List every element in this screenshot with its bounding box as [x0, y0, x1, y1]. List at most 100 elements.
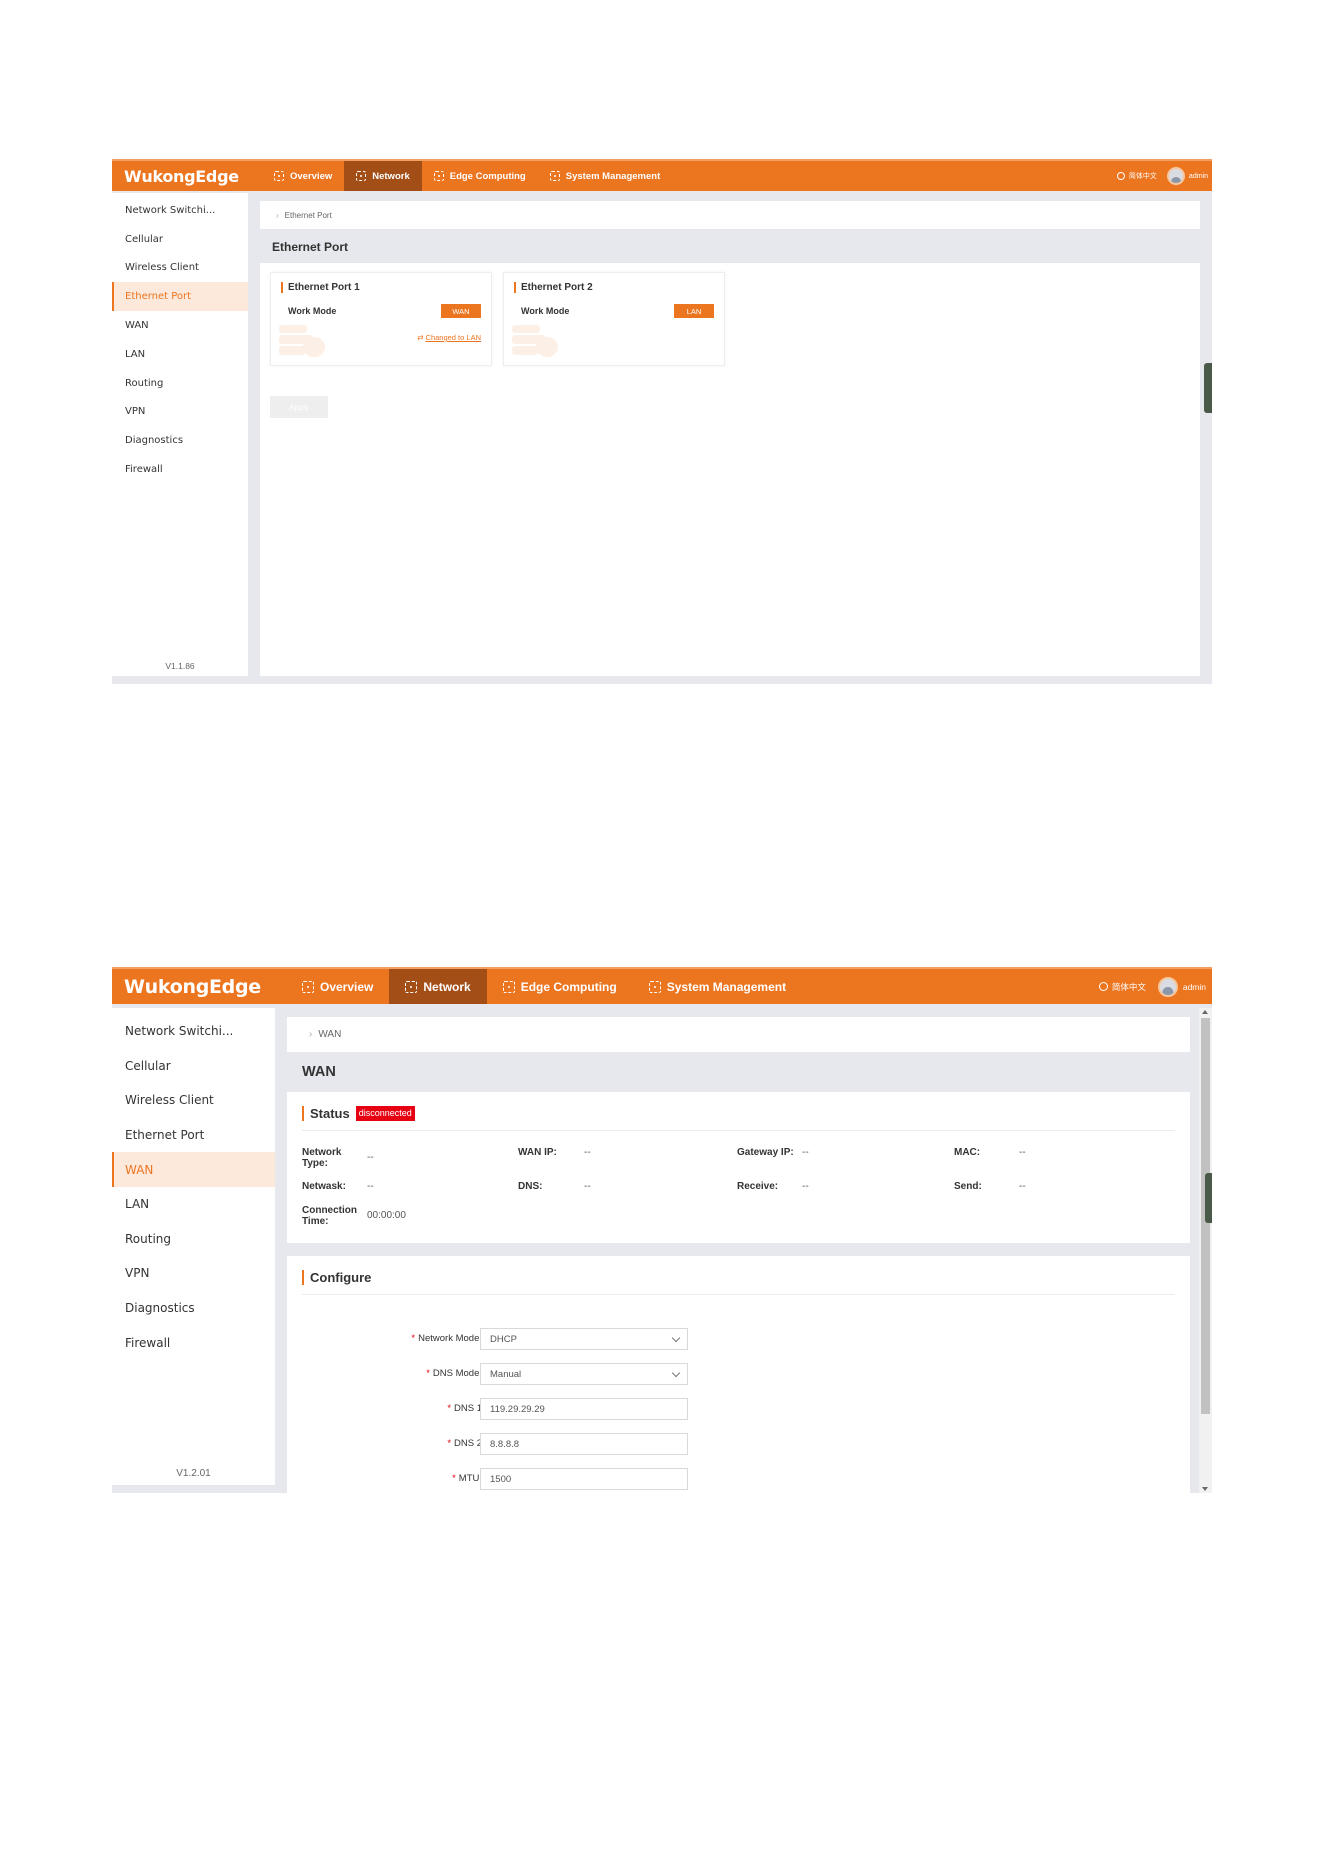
screenshot-wan: WukongEdge Overview Network Edge Computi… [112, 967, 1212, 1493]
tab-network[interactable]: Network [344, 161, 422, 191]
gateway-ip-value: -- [802, 1147, 809, 1158]
language-switch[interactable]: 简体中文 [1116, 171, 1157, 181]
sidebar-item-firewall[interactable]: Firewall [112, 455, 248, 484]
work-mode-badge: LAN [674, 304, 714, 318]
sidebar-item-cellular[interactable]: Cellular [112, 225, 248, 254]
status-badge: disconnected [355, 1106, 415, 1121]
tab-overview[interactable]: Overview [286, 969, 389, 1004]
dns2-input[interactable]: 8.8.8.8 [480, 1433, 688, 1455]
side-panel-handle[interactable] [1205, 1173, 1212, 1223]
tab-edge-computing[interactable]: Edge Computing [422, 161, 538, 191]
scrollbar[interactable] [1199, 1008, 1212, 1493]
network-mode-row: * Network Mode: DHCP [287, 1328, 1190, 1350]
receive-label: Receive: [737, 1181, 779, 1192]
dns-mode-select[interactable]: Manual [480, 1363, 688, 1385]
top-right-controls: 简体中文 admin [1116, 167, 1212, 185]
card-title: Ethernet Port 2 [514, 282, 593, 293]
tab-network[interactable]: Network [389, 969, 487, 1004]
avatar[interactable] [1157, 976, 1178, 997]
sidebar-item-diagnostics[interactable]: Diagnostics [112, 426, 248, 455]
side-panel-handle[interactable] [1204, 363, 1212, 413]
sidebar: Network Switchi... Cellular Wireless Cli… [112, 193, 248, 676]
chevron-down-icon [671, 1368, 681, 1378]
port-illustration-icon [279, 325, 329, 359]
tab-overview[interactable]: Overview [262, 161, 344, 191]
sidebar-item-lan[interactable]: LAN [112, 340, 248, 369]
sidebar-item-diagnostics[interactable]: Diagnostics [112, 1291, 275, 1326]
top-nav-bar: WukongEdge Overview Network Edge Computi… [112, 967, 1212, 1004]
sidebar-item-firewall[interactable]: Firewall [112, 1325, 275, 1360]
sidebar-item-routing[interactable]: Routing [112, 1222, 275, 1257]
top-right-controls: 简体中文 admin [1098, 976, 1212, 997]
sidebar-item-network-switching[interactable]: Network Switchi... [112, 196, 248, 225]
focus-icon [648, 980, 661, 993]
username[interactable]: admin [1189, 173, 1208, 180]
netmask-label: Netwask: [302, 1181, 346, 1192]
language-switch[interactable]: 简体中文 [1098, 981, 1146, 993]
dns-mode-label: * DNS Mode: [426, 1368, 482, 1379]
tab-system-management[interactable]: System Management [538, 161, 673, 191]
sidebar-item-ethernet-port[interactable]: Ethernet Port [112, 1118, 275, 1153]
globe-icon [1098, 982, 1108, 991]
configure-panel: Configure * Network Mode: DHCP * DNS Mode:… [287, 1256, 1190, 1493]
dns-label: DNS: [518, 1181, 543, 1192]
sidebar-item-wan[interactable]: WAN [112, 1152, 275, 1187]
dns1-row: * DNS 1 119.29.29.29 [287, 1398, 1190, 1420]
breadcrumb: › Ethernet Port [260, 201, 1200, 229]
screenshot-ethernet-port: WukongEdge Overview Network Edge Computi… [112, 159, 1212, 684]
change-mode-link[interactable]: ⇄ Changed to LAN [417, 333, 481, 342]
wan-ip-value: -- [584, 1147, 591, 1158]
dns-mode-row: * DNS Mode: Manual [287, 1363, 1190, 1385]
network-mode-select[interactable]: DHCP [480, 1328, 688, 1350]
apply-button[interactable]: Apply [270, 396, 328, 418]
ethernet-port-2-card: Ethernet Port 2 Work Mode LAN [503, 272, 725, 366]
scroll-up-icon[interactable] [1202, 1010, 1208, 1014]
scroll-down-icon[interactable] [1202, 1487, 1208, 1491]
mtu-row: * MTU: 1500 [287, 1468, 1190, 1490]
globe-icon [1116, 172, 1125, 180]
connection-time-label: Connection Time: [302, 1205, 357, 1227]
sidebar-item-wan[interactable]: WAN [112, 311, 248, 340]
username[interactable]: admin [1183, 982, 1206, 992]
focus-icon [433, 171, 444, 181]
send-label: Send: [954, 1181, 982, 1192]
mtu-input[interactable]: 1500 [480, 1468, 688, 1490]
tab-edge-computing[interactable]: Edge Computing [487, 969, 633, 1004]
sidebar-item-routing[interactable]: Routing [112, 369, 248, 398]
send-value: -- [1019, 1181, 1026, 1192]
chevron-right-icon: › [309, 1029, 313, 1040]
network-mode-label: * Network Mode: [411, 1333, 482, 1344]
focus-icon [302, 980, 314, 993]
network-type-label: Network Type: [302, 1147, 342, 1169]
dns1-input[interactable]: 119.29.29.29 [480, 1398, 688, 1420]
focus-icon [549, 171, 560, 181]
breadcrumb-current[interactable]: Ethernet Port [285, 211, 332, 220]
sidebar-item-wireless-client[interactable]: Wireless Client [112, 254, 248, 283]
tab-system-management[interactable]: System Management [633, 969, 802, 1004]
avatar[interactable] [1166, 167, 1185, 185]
dns2-row: * DNS 2 8.8.8.8 [287, 1433, 1190, 1455]
version-label: V1.2.01 [176, 1468, 211, 1479]
page-title: Ethernet Port [272, 240, 349, 254]
sidebar-item-lan[interactable]: LAN [112, 1187, 275, 1222]
focus-icon [502, 980, 515, 993]
network-type-value: -- [367, 1152, 374, 1163]
sidebar-item-wireless-client[interactable]: Wireless Client [112, 1083, 275, 1118]
divider [302, 1130, 1175, 1131]
mac-value: -- [1019, 1147, 1026, 1158]
sidebar-item-ethernet-port[interactable]: Ethernet Port [112, 282, 248, 312]
status-section-title: Status disconnected [302, 1106, 415, 1121]
dns-value: -- [584, 1181, 591, 1192]
top-nav-bar: WukongEdge Overview Network Edge Computi… [112, 159, 1212, 191]
work-mode-label: Work Mode [288, 306, 337, 316]
dns2-label: * DNS 2 [447, 1438, 482, 1449]
page-title: WAN [302, 1064, 336, 1080]
sidebar-item-cellular[interactable]: Cellular [112, 1049, 275, 1084]
work-mode-label: Work Mode [521, 306, 570, 316]
sidebar-item-vpn[interactable]: VPN [112, 1256, 275, 1291]
sidebar-item-vpn[interactable]: VPN [112, 398, 248, 427]
status-panel: Status disconnected Network Type: -- WAN… [287, 1092, 1190, 1243]
chevron-right-icon: › [276, 210, 279, 220]
breadcrumb-current[interactable]: WAN [318, 1029, 341, 1040]
sidebar-item-network-switching[interactable]: Network Switchi... [112, 1014, 275, 1049]
